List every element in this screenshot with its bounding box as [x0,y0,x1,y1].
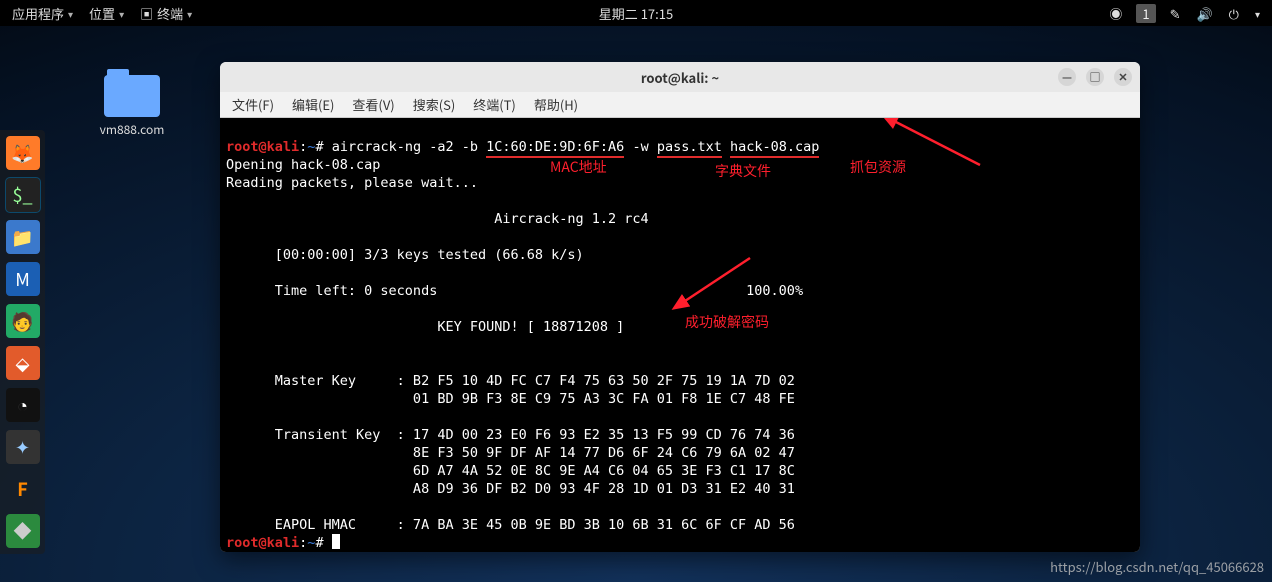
dock-maltego[interactable]: ✦ [6,430,40,464]
prompt-user: root@kali [226,139,299,155]
dock-terminal[interactable]: $_ [6,178,40,212]
menu-places[interactable]: 位置 [83,4,130,23]
folder-label: vm888.com [92,121,172,138]
cmd-mac: 1C:60:DE:9D:6F:A6 [486,139,624,158]
out-tk2: 8E F3 50 9F DF AF 14 77 D6 6F 24 C6 79 6… [226,445,795,461]
out-l1: Opening hack-08.cap [226,157,380,173]
cmd-cap: hack-08.cap [730,139,819,158]
close-button[interactable]: ✕ [1114,68,1132,86]
terminal-output[interactable]: root@kali:~# aircrack-ng -a2 -b 1C:60:DE… [220,118,1140,552]
titlebar[interactable]: root@kali: ~ — □ ✕ [220,62,1140,92]
menu-search[interactable]: 搜索(S) [413,95,456,114]
recording-icon[interactable]: ◉ [1103,4,1128,23]
watermark: https://blog.csdn.net/qq_45066628 [1050,557,1264,576]
folder-icon [104,75,160,117]
dock-metasploit[interactable]: M [6,262,40,296]
dock-faraday[interactable]: F [6,472,40,506]
window-title: root@kali: ~ [641,68,719,87]
dock-burp[interactable]: ⬙ [6,346,40,380]
prompt-user-2: root@kali [226,535,299,551]
menu-file[interactable]: 文件(F) [232,95,274,114]
terminal-icon: ▣ [140,4,153,23]
terminal-window: root@kali: ~ — □ ✕ 文件(F) 编辑(E) 查看(V) 搜索(… [220,62,1140,552]
cmd-dict: pass.txt [657,139,722,158]
color-picker-icon[interactable]: ✎ [1164,4,1187,23]
dock-zenmap[interactable]: ◔ [6,388,40,422]
dock-firefox[interactable]: 🦊 [6,136,40,170]
menubar: 文件(F) 编辑(E) 查看(V) 搜索(S) 终端(T) 帮助(H) [220,92,1140,118]
out-tk4: A8 D9 36 DF B2 D0 93 4F 28 1D 01 D3 31 E… [226,481,795,497]
out-tkh: Transient Key : 17 4D 00 23 E0 F6 93 E2 … [226,427,795,443]
terminal-label: 终端 [157,4,183,23]
annot-mac: MAC地址 [550,158,607,176]
dock-app[interactable]: ◆ [6,514,40,548]
out-hmac: EAPOL HMAC : 7A BA 3E 45 0B 9E BD 3B 10 … [226,517,795,533]
cmd-mid: -w [624,139,657,155]
annot-dict: 字典文件 [715,162,771,180]
top-panel: 应用程序 位置 ▣ 终端 ▾ 星期二 17:15 ◉ 1 ✎ 🔊 ⏻ ▾ [0,0,1272,26]
prompt-hash-2: # [315,535,331,551]
cmd-sp [722,139,730,155]
menu-applications[interactable]: 应用程序 [6,4,79,23]
menu-terminal[interactable]: 终端(T) [473,95,516,114]
out-keys: [00:00:00] 3/3 keys tested (66.68 k/s) [226,247,584,263]
menu-view[interactable]: 查看(V) [352,95,394,114]
prompt-hash: # [315,139,331,155]
out-title: Aircrack-ng 1.2 rc4 [226,211,649,227]
out-mkh: Master Key : B2 F5 10 4D FC C7 F4 75 63 … [226,373,795,389]
dock-files[interactable]: 📁 [6,220,40,254]
arrow-cap-icon [880,118,990,175]
out-tk3: 6D A7 4A 52 0E 8C 9E A4 C6 04 65 3E F3 C… [226,463,795,479]
cursor [332,534,340,549]
volume-icon[interactable]: 🔊 [1190,4,1218,23]
annot-cap: 抓包资源 [850,158,906,176]
menu-terminal-launcher[interactable]: ▣ 终端 ▾ [134,4,198,23]
out-l2: Reading packets, please wait... [226,175,478,191]
menu-edit[interactable]: 编辑(E) [292,95,334,114]
maximize-button[interactable]: □ [1086,68,1104,86]
dock: 🦊 $_ 📁 M 🧑 ⬙ ◔ ✦ F ◆ [0,130,45,554]
clock[interactable]: 星期二 17:15 [593,4,679,23]
minimize-button[interactable]: — [1058,68,1076,86]
out-mk2: 01 BD 9B F3 8E C9 75 A3 3C FA 01 F8 1E C… [226,391,795,407]
system-menu-chevron-icon[interactable]: ▾ [1249,6,1266,21]
power-icon[interactable]: ⏻ [1223,4,1245,23]
cmd-prefix: aircrack-ng -a2 -b [332,139,486,155]
menu-help[interactable]: 帮助(H) [534,95,578,114]
desktop-folder[interactable]: vm888.com [92,75,172,138]
out-found: KEY FOUND! [ 18871208 ] [226,319,624,335]
annot-success: 成功破解密码 [685,313,769,331]
workspace-indicator[interactable]: 1 [1136,4,1155,23]
dock-armitage[interactable]: 🧑 [6,304,40,338]
out-time: Time left: 0 seconds 100.00% [226,283,803,299]
